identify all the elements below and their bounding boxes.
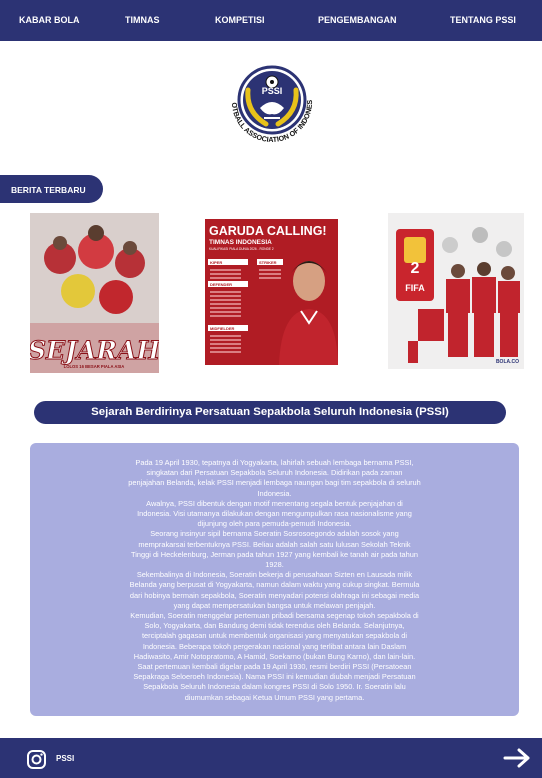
article-line: Kemudian, Soeratin menggelar pertemuan p… [130,611,419,621]
article-line: Solo, Yogyakarta, dan Bandung demi tidak… [144,621,405,631]
news-card-2-group-midfielder: MIDFIELDER [210,326,235,331]
article-line: Awalnya, PSSI dibentuk dengan motif mene… [146,498,403,508]
article-line: Pada 19 April 1930, tepatnya di Yogyakar… [135,458,414,467]
nav-timnas[interactable]: TIMNAS [125,15,160,25]
latest-news-tab[interactable]: BERITA TERBARU [0,175,103,203]
news-card-2-headline: GARUDA CALLING! [209,224,327,238]
news-card-3-image: 2 FIFA BOLA.CO [388,213,524,369]
news-card-2-group-striker: STRIKER [259,260,277,265]
footer-label[interactable]: PSSI [56,754,74,763]
logo-abbr: PSSI [262,86,283,96]
news-card-2-image: GARUDA CALLING! TIMNAS INDONESIA KUALIFI… [205,219,338,365]
article-line: memprakarsai terbentuknya PSSI. Beliau a… [138,539,411,549]
article-line: singkatan dari Persatuan Sepakbola Selur… [146,468,403,478]
article-line: penjajahan Belanda, kelak PSSI menjadi l… [128,478,421,488]
news-card-3-headline: FIFA [405,283,425,293]
article-line: yang dapat mempersatukan bangsa untuk me… [173,600,376,610]
article-line: Sekembalinya di Indonesia, Soeratin beke… [136,570,413,580]
news-card-2-subline: TIMNAS INDONESIA [209,239,272,246]
news-card-3-tag: BOLA.CO [496,359,519,365]
news-card-2-tag: KUALIFIKASI PIALA DUNIA 2026 - RONDE 2 [209,247,274,251]
article-line: Indonesia. [257,488,292,498]
news-card-1-subline: LOLOS 16 BESAR PIALA ASIA [64,364,125,369]
article-line: terciptalah gagasan untuk membentuk orga… [142,631,407,641]
article-line: Indonesia. Beberapa tokoh pergerakan nas… [142,641,407,651]
news-card-2[interactable]: GARUDA CALLING! TIMNAS INDONESIA KUALIFI… [205,219,338,365]
article-line: dijunjung oleh para pemuda-pemudi Indone… [197,519,352,529]
svg-text:2: 2 [411,260,420,277]
article-line: dari hobinya bermain sepakbola, Soeratin… [129,590,420,600]
top-navigation: KABAR BOLA TIMNAS KOMPETISI PENGEMBANGAN… [0,0,542,41]
arrow-right-icon[interactable] [503,748,531,768]
article-line: Sepakbola Seluruh Indonesia dalam kongre… [143,682,406,692]
article-line: Belanda yang berpusat di Yogyakarta, nam… [129,580,420,590]
instagram-icon[interactable] [27,750,46,769]
article-line: 1928. [265,560,284,570]
news-card-2-group-kiper: KIPER [210,260,222,265]
nav-tentang-pssi[interactable]: TENTANG PSSI [450,15,516,25]
article-title: Sejarah Berdirinya Persatuan Sepakbola S… [34,401,506,424]
news-card-2-group-defender: DEFENDER [210,282,232,287]
news-card-3[interactable]: 2 FIFA BOLA.CO [388,213,524,369]
nav-kompetisi[interactable]: KOMPETISI [215,15,265,25]
nav-pengembangan[interactable]: PENGEMBANGAN [318,15,397,25]
article-body: Pada 19 April 1930, tepatnya di Yogyakar… [30,443,519,716]
article-line: diumumkan sebagai Ketua Umum PSSI yang p… [184,692,365,702]
article-line: Seorang insinyur sipil bernama Soeratin … [150,529,399,539]
article-text: Pada 19 April 1930, tepatnya di Yogyakar… [86,458,463,703]
news-card-1-image: SEJARAH LOLOS 16 BESAR PIALA ASIA [30,213,159,373]
footer: PSSI [0,738,542,778]
pssi-emblem-icon: FOOTBALL ASSOCIATION OF INDONESIA PSSI [215,53,326,164]
article-line: Tinggi di Heckelenburg, Jerman pada tahu… [131,549,418,559]
article-line: Saat pertemuan kembali digelar pada 19 A… [137,662,412,672]
article-line: Indonesia. Visi utamanya dilakukan denga… [137,509,412,519]
article-line: Sepakraga Seloeroeh Indonesia). Nama PSS… [133,672,416,682]
article-line: Hadiwasito, Amir Notopratomo, A Hamid, S… [133,651,416,661]
news-card-1-headline: SEJARAH [30,336,159,365]
nav-kabar-bola[interactable]: KABAR BOLA [19,15,80,25]
news-card-1[interactable]: SEJARAH LOLOS 16 BESAR PIALA ASIA [30,213,159,373]
